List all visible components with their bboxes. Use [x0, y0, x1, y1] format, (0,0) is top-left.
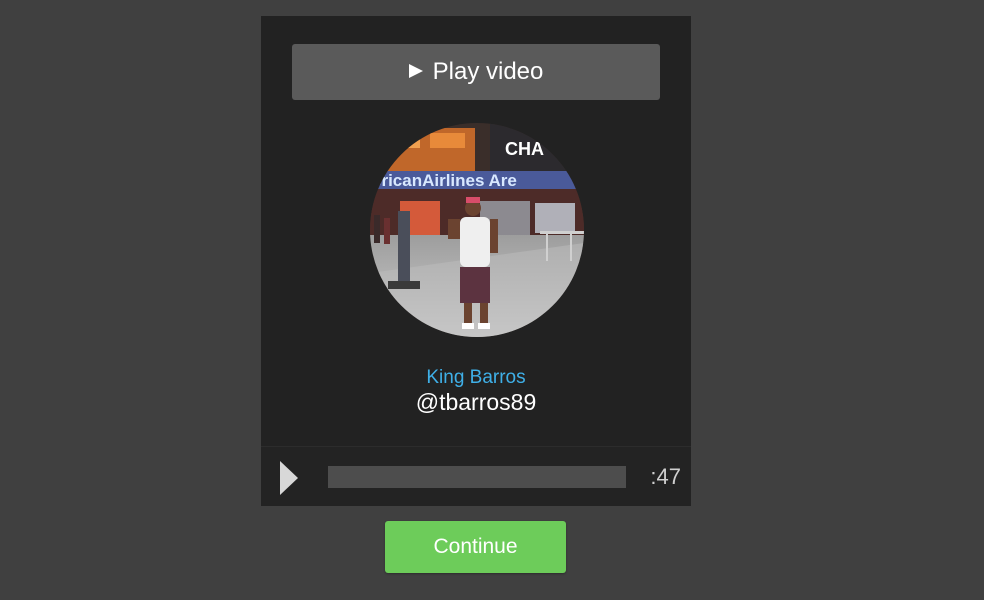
- play-icon[interactable]: [280, 461, 298, 495]
- svg-text:ericanAirlines Are: ericanAirlines Are: [372, 171, 517, 190]
- continue-button[interactable]: Continue: [385, 521, 566, 573]
- time-remaining: :47: [650, 464, 681, 489]
- profile-photo-icon: CHA ericanAirlines Are: [370, 123, 584, 337]
- video-player: Play video CHA ericanAirlines Are King B…: [261, 16, 691, 506]
- user-handle: @tbarros89: [415, 389, 537, 415]
- progress-bar[interactable]: [328, 466, 626, 488]
- svg-text:CHA: CHA: [505, 139, 544, 159]
- display-name[interactable]: King Barros: [261, 367, 691, 389]
- play-video-label: Play video: [432, 58, 544, 85]
- play-video-button[interactable]: Play video: [292, 44, 660, 100]
- stage: Play video CHA ericanAirlines Are King B…: [0, 0, 984, 600]
- play-icon: [408, 64, 423, 78]
- player-controls: :47: [261, 446, 691, 506]
- avatar: CHA ericanAirlines Are: [370, 123, 584, 337]
